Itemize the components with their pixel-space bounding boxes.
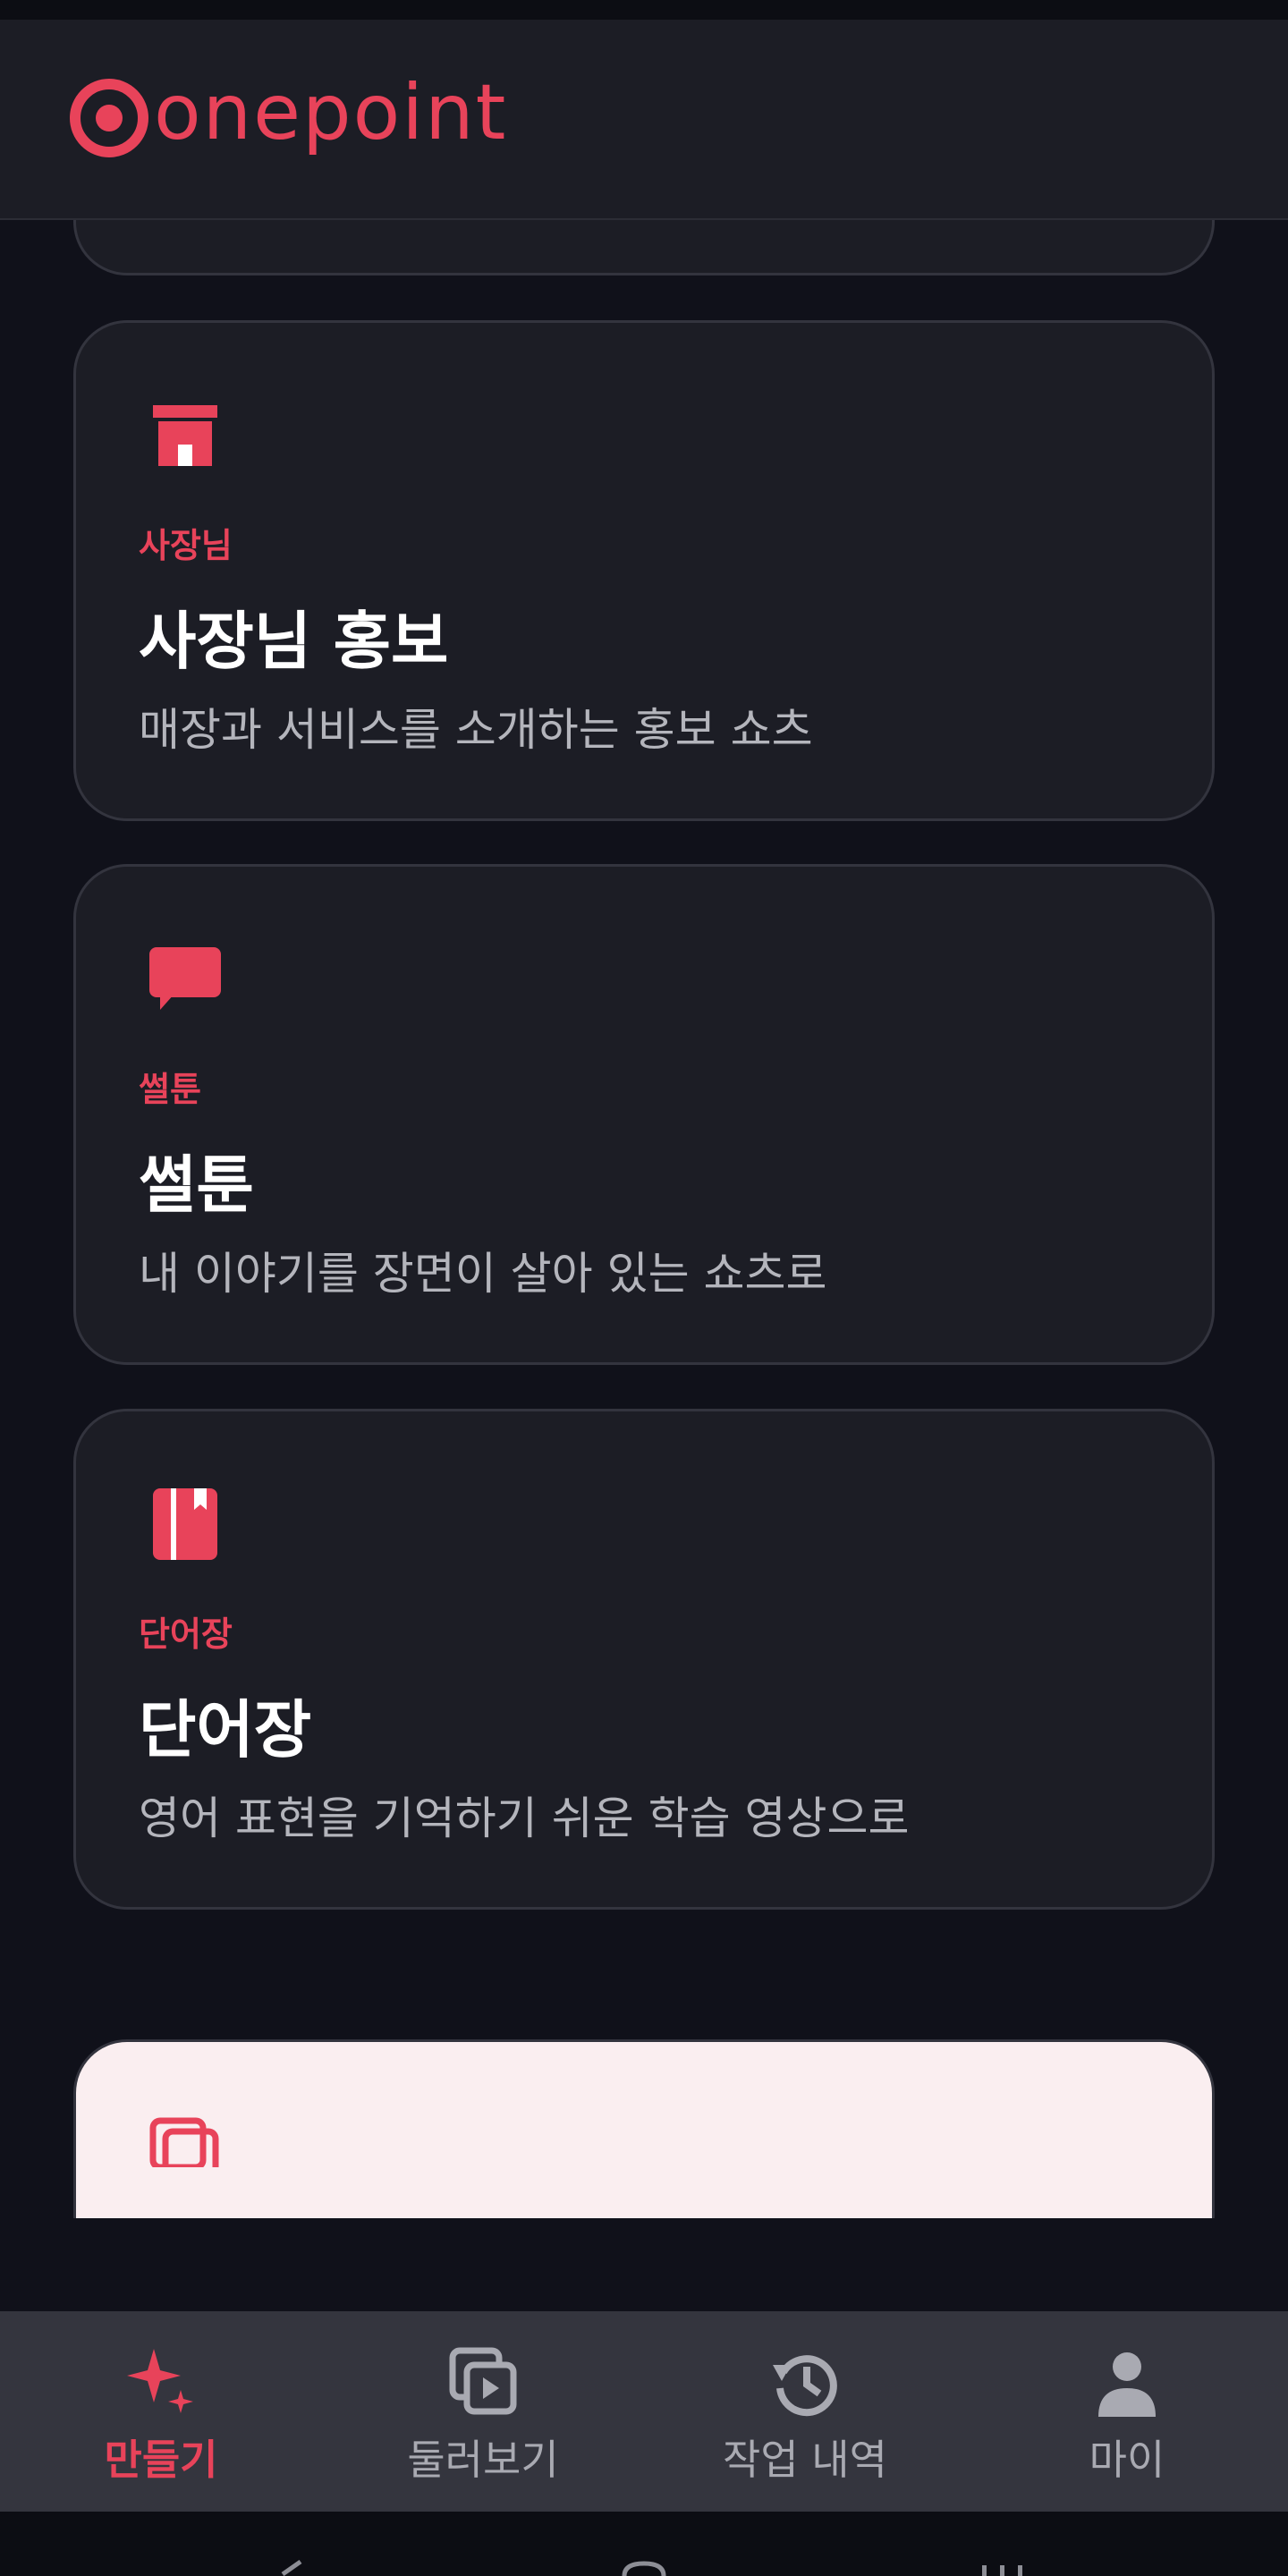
- card-description: 내 이야기를 장면이 살아 있는 쇼츠로: [139, 1248, 827, 1300]
- nav-item-my[interactable]: 마이: [966, 2311, 1288, 2512]
- store-icon: [153, 405, 217, 466]
- card-tag: 썰툰: [139, 1070, 201, 1109]
- person-icon: [1098, 2352, 1156, 2417]
- back-icon[interactable]: [268, 2560, 313, 2576]
- card-vocabulary[interactable]: 단어장 단어장 영어 표현을 기억하기 쉬운 학습 영상으로: [73, 1409, 1215, 1910]
- sparkle-icon: [127, 2349, 193, 2413]
- app-header: onepoint: [0, 20, 1288, 220]
- system-navigation-bar: [0, 2512, 1288, 2576]
- chat-bubble-icon: [149, 947, 221, 1010]
- onepoint-logo[interactable]: onepoint: [70, 73, 507, 163]
- status-bar: [0, 0, 1288, 20]
- nav-item-explore[interactable]: 둘러보기: [322, 2311, 644, 2512]
- logo-mark-icon: [70, 79, 148, 157]
- nav-label: 둘러보기: [407, 2436, 559, 2484]
- nav-label: 마이: [1089, 2436, 1165, 2484]
- card-tag: 사장님: [139, 526, 233, 565]
- nav-item-history[interactable]: 작업 내역: [644, 2311, 966, 2512]
- nav-item-create[interactable]: 만들기: [0, 2311, 322, 2512]
- card-description: 매장과 서비스를 소개하는 홍보 쇼츠: [139, 704, 813, 756]
- book-icon: [153, 1488, 217, 1560]
- card-tag: 단어장: [139, 1614, 233, 1654]
- card-description: 영어 표현을 기억하기 쉬운 학습 영상으로: [139, 1792, 910, 1844]
- card-owner-promo[interactable]: 사장님 사장님 홍보 매장과 서비스를 소개하는 홍보 쇼츠: [73, 320, 1215, 821]
- gallery-play-icon: [449, 2347, 517, 2415]
- logo-text: onepoint: [154, 68, 508, 157]
- recents-icon[interactable]: [975, 2560, 1029, 2576]
- card-title: 썰툰: [139, 1148, 254, 1222]
- gallery-icon: [149, 2117, 219, 2167]
- history-icon: [773, 2355, 837, 2417]
- card-title: 사장님 홍보: [139, 605, 449, 678]
- app-screen: onepoint 사장님 사장님 홍보 매장과 서비스를 소개하는 홍보 쇼츠 …: [0, 0, 1288, 2576]
- bottom-navigation: 만들기 둘러보기 작업 내역 마이: [0, 2311, 1288, 2512]
- featured-card[interactable]: [73, 2039, 1215, 2218]
- home-icon[interactable]: [617, 2560, 671, 2576]
- nav-label: 만들기: [104, 2436, 218, 2484]
- card-story-toon[interactable]: 썰툰 썰툰 내 이야기를 장면이 살아 있는 쇼츠로: [73, 864, 1215, 1365]
- card-title: 단어장: [139, 1693, 312, 1767]
- nav-label: 작업 내역: [723, 2436, 887, 2484]
